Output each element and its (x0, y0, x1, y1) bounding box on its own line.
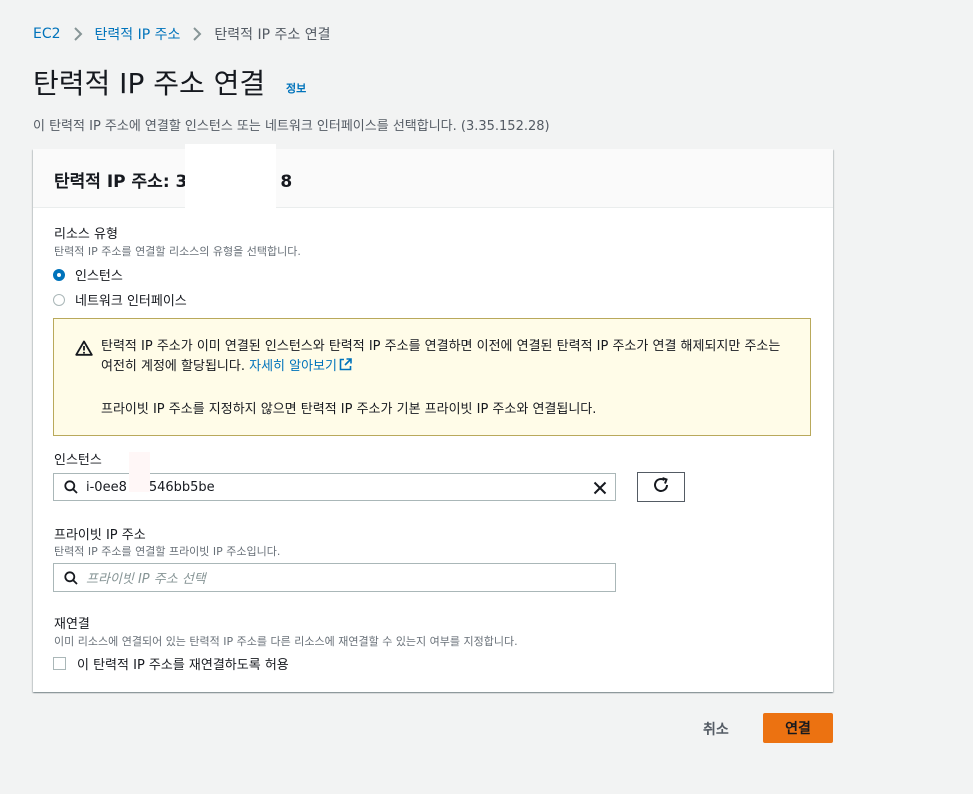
redaction-mask (129, 452, 150, 492)
radio-network-interface[interactable]: 네트워크 인터페이스 (53, 290, 187, 309)
search-icon (64, 570, 78, 585)
breadcrumb-current: 탄력적 IP 주소 연결 (214, 27, 331, 43)
reassociate-checkbox[interactable] (53, 657, 66, 670)
page-title: 탄력적 IP 주소 연결 (33, 67, 266, 100)
search-icon (64, 480, 78, 494)
cancel-button[interactable]: 취소 (703, 719, 729, 739)
refresh-icon (652, 476, 670, 498)
instance-value-prefix: i-0ee8 (86, 479, 127, 495)
instance-label: 인스턴스 (54, 453, 102, 468)
instance-value-suffix: 546bb5be (148, 479, 215, 495)
chevron-right-icon (73, 27, 83, 41)
breadcrumb-elastic-ip[interactable]: 탄력적 IP 주소 (95, 24, 181, 44)
panel-title-suffix: 8 (280, 172, 293, 192)
private-ip-label: 프라이빗 IP 주소 (54, 528, 146, 543)
private-ip-select[interactable]: 프라이빗 IP 주소 선택 (53, 563, 616, 592)
panel-header: 탄력적 IP 주소: 3 8 (33, 144, 833, 208)
reassociate-description: 이미 리소스에 연결되어 있는 탄력적 IP 주소를 다른 리소스에 재연결할 … (54, 635, 518, 648)
resource-type-description: 탄력적 IP 주소를 연결할 리소스의 유형을 선택합니다. (54, 245, 301, 258)
breadcrumb: EC2 탄력적 IP 주소 탄력적 IP 주소 연결 (33, 24, 331, 44)
private-ip-description: 탄력적 IP 주소를 연결할 프라이빗 IP 주소입니다. (54, 545, 281, 558)
info-link[interactable]: 정보 (286, 80, 306, 96)
breadcrumb-ec2[interactable]: EC2 (33, 26, 61, 42)
radio-network-interface-label: 네트워크 인터페이스 (75, 294, 187, 309)
external-link-icon (339, 358, 352, 371)
associate-button[interactable]: 연결 (763, 713, 833, 743)
close-icon[interactable] (593, 480, 607, 499)
resource-type-label: 리소스 유형 (54, 227, 118, 242)
alert-text: 탄력적 IP 주소가 이미 연결된 인스턴스와 탄력적 IP 주소를 연결하면 … (101, 339, 781, 374)
learn-more-link[interactable]: 자세히 알아보기 (249, 358, 352, 374)
refresh-button[interactable] (637, 472, 685, 502)
radio-button-checked[interactable] (53, 268, 65, 281)
panel-title-prefix: 탄력적 IP 주소: 3 (54, 172, 188, 192)
reassociate-checkbox-row[interactable]: 이 탄력적 IP 주소를 재연결하도록 허용 (53, 654, 289, 673)
warning-alert: 탄력적 IP 주소가 이미 연결된 인스턴스와 탄력적 IP 주소를 연결하면 … (53, 318, 811, 436)
private-ip-placeholder: 프라이빗 IP 주소 선택 (86, 572, 206, 587)
reassociate-label: 재연결 (54, 617, 90, 632)
alert-message: 탄력적 IP 주소가 이미 연결된 인스턴스와 탄력적 IP 주소를 연결하면 … (101, 337, 791, 377)
chevron-right-icon (192, 27, 202, 41)
alert-message-2: 프라이빗 IP 주소를 지정하지 않으면 탄력적 IP 주소가 기본 프라이빗 … (101, 402, 597, 417)
page-description: 이 탄력적 IP 주소에 연결할 인스턴스 또는 네트워크 인터페이스를 선택합… (33, 119, 550, 134)
learn-more-label[interactable]: 자세히 알아보기 (249, 359, 337, 374)
associate-panel: 탄력적 IP 주소: 3 8 리소스 유형 탄력적 IP 주소를 연결할 리소스의… (33, 144, 833, 692)
reassociate-checkbox-label: 이 탄력적 IP 주소를 재연결하도록 허용 (77, 658, 289, 673)
radio-button[interactable] (53, 293, 65, 306)
radio-instance[interactable]: 인스턴스 (53, 265, 123, 284)
radio-instance-label: 인스턴스 (75, 269, 123, 284)
warning-icon (75, 340, 93, 360)
redaction-mask (185, 144, 276, 208)
